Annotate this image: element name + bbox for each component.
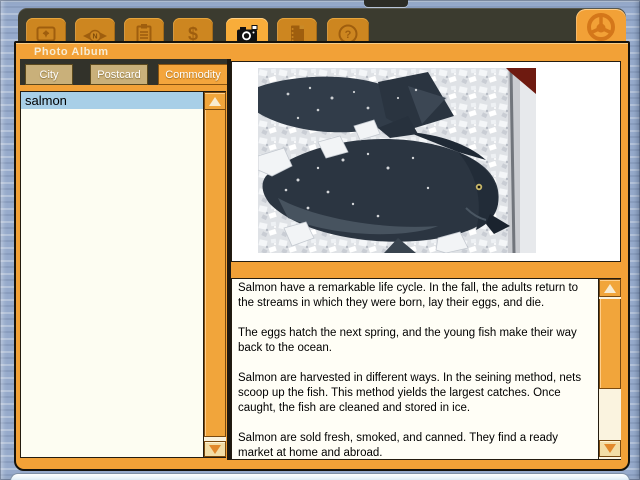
compass-letter: N [92,33,97,40]
commodity-photo [258,68,536,253]
list-scrollbar-thumb[interactable] [204,110,226,437]
drive-button[interactable] [576,9,626,41]
text-scrollbar[interactable] [598,279,621,459]
commodity-list: salmon [21,92,203,457]
tab-postcard-label: Postcard [97,68,141,81]
text-scroll-up-button[interactable] [599,279,621,297]
list-scroll-up-button[interactable] [204,92,226,110]
steering-wheel-icon [587,13,615,41]
description-paragraph: Salmon have a remarkable life cycle. In … [238,282,579,309]
dollar-sign-icon: $ [187,23,198,44]
tab-postcard[interactable]: Postcard [90,64,148,85]
arrow-up-icon [209,96,221,106]
tab-city-label: City [39,68,59,81]
description-paragraph: Salmon are sold fresh, smoked, and canne… [238,432,559,459]
arrow-up-icon [604,283,616,293]
game-screen: N $ ? Photo Album City Postcard Commodit… [0,0,640,480]
window-title: Photo Album [34,46,109,58]
list-item-salmon[interactable]: salmon [21,92,203,109]
list-scrollbar[interactable] [203,92,226,457]
bottom-panel-edge [10,473,630,480]
toolbar: N $ ? [18,8,626,49]
text-scroll-down-button[interactable] [599,440,621,457]
description-paragraph: Salmon are harvested in different ways. … [238,372,582,414]
list-scroll-down-button[interactable] [204,441,226,457]
tab-city[interactable]: City [25,64,73,85]
description-panel: Salmon have a remarkable life cycle. In … [231,278,621,460]
tab-commodity-label: Commodity [165,68,221,81]
description-paragraph: The eggs hatch the next spring, and the … [238,327,577,354]
tab-strip: City Postcard Commodity [20,59,228,85]
frame-notch [364,0,408,7]
tab-commodity[interactable]: Commodity [158,64,228,85]
photo-panel [231,61,621,262]
salmon-photo-image [258,68,536,253]
commodity-list-panel: salmon [20,91,226,458]
arrow-down-icon [604,444,616,453]
text-scrollbar-track[interactable] [599,389,621,440]
help-glyph: ? [345,29,352,41]
text-scrollbar-thumb[interactable] [599,299,621,389]
photo-album-window: Photo Album City Postcard Commodity salm… [14,41,630,471]
arrow-down-icon [209,444,221,454]
description-text: Salmon have a remarkable life cycle. In … [238,281,590,476]
